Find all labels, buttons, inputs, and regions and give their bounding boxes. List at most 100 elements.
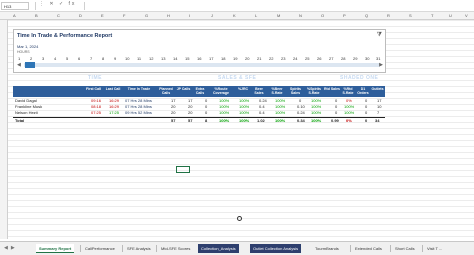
th-time-in-trade: Time In Trade	[127, 87, 151, 91]
tab-tourm-brands[interactable]: TourmBrands	[312, 244, 342, 253]
th-jp-calls: JP Calls	[176, 87, 191, 91]
total-jrc: 100%	[239, 118, 250, 123]
table-row[interactable]: Nelson Hezti 07:25 17:25 09 Hrs 52 Mins …	[13, 110, 385, 116]
scale-tick: 30	[365, 56, 370, 61]
tab-collection-analysis[interactable]: Collection_Analysis	[198, 244, 239, 253]
col-a[interactable]: A	[13, 13, 16, 18]
col-j[interactable]: J	[211, 13, 213, 18]
scale-tick: 31	[376, 56, 381, 61]
scale-tick: 19	[233, 56, 238, 61]
th-spirits-sales: Spirits Sales	[290, 87, 301, 95]
formula-input[interactable]	[84, 2, 473, 10]
scale-tick: 4	[54, 56, 57, 61]
col-b[interactable]: B	[35, 13, 38, 18]
col-r[interactable]: R	[387, 13, 390, 18]
col-c[interactable]: C	[57, 13, 60, 18]
rtd-rate: 100%	[344, 110, 355, 115]
col-e[interactable]: E	[101, 13, 104, 18]
tab-sfe-analysis[interactable]: SFE Analysis	[124, 244, 154, 253]
tab-separator	[80, 245, 81, 252]
tab-call-performance[interactable]: CallPerformance	[82, 244, 118, 253]
col-i[interactable]: I	[189, 13, 190, 18]
col-d[interactable]: D	[79, 13, 82, 18]
sheet-tab-bar: ◀▶ Summary Report CallPerformance SFE An…	[0, 241, 474, 255]
th-spirits-rate: %Spirits S.Rate	[306, 87, 321, 95]
th-beer-rate: %Beer S.Rate	[271, 87, 283, 95]
tab-mtd-sfe-scores[interactable]: Mtd-SFE Scores	[158, 244, 193, 253]
jrc: 100%	[239, 110, 250, 115]
col-u[interactable]: U	[449, 13, 452, 18]
col-p[interactable]: P	[343, 13, 346, 18]
timeline-left-arrow-icon[interactable]: ◀	[17, 62, 21, 68]
total-planned: 57	[171, 118, 176, 123]
outlets: 7	[377, 110, 380, 115]
table-header: First Call Last Call Time In Trade Plann…	[13, 86, 385, 97]
timeline-track[interactable]	[24, 63, 380, 67]
col-k[interactable]: K	[233, 13, 236, 18]
total-extra: 8	[205, 118, 208, 123]
col-t[interactable]: T	[431, 13, 433, 18]
scale-tick: 16	[197, 56, 202, 61]
tab-visit-more[interactable]: Visit T ...	[424, 244, 445, 253]
col-q[interactable]: Q	[365, 13, 368, 18]
row-headers[interactable]	[0, 20, 8, 239]
col-m[interactable]: M	[277, 13, 280, 18]
col-l[interactable]: L	[255, 13, 257, 18]
total-orders: 0	[365, 118, 368, 123]
scale-tick: 8	[102, 56, 105, 61]
scale-tick: 17	[209, 56, 214, 61]
tab-separator	[122, 245, 123, 252]
scale-tick: 18	[221, 56, 226, 61]
d1-orders: 0	[365, 110, 368, 115]
scale-tick: 27	[329, 56, 334, 61]
th-outlets: Outlets	[371, 87, 384, 91]
time-in-trade: 09 Hrs 52 Mins	[125, 110, 152, 115]
total-row[interactable]: Total 57 57 8 100% 100% 1.02 100% 0.34 1…	[13, 117, 385, 123]
scale-tick: 12	[149, 56, 154, 61]
formula-icons[interactable]: ⋮ ✕ ✓ fx	[39, 1, 76, 7]
selected-cell[interactable]	[176, 166, 190, 173]
mouse-cursor-icon	[237, 216, 242, 221]
name-box[interactable]: H13	[1, 2, 29, 10]
col-v[interactable]: V	[465, 13, 468, 18]
scale-tick: 9	[114, 56, 117, 61]
total-coverage: 100%	[219, 118, 230, 123]
section-time: TIME	[88, 75, 102, 81]
section-shaded: SHADED ONE	[340, 75, 379, 81]
timeline-handle[interactable]	[25, 62, 35, 68]
col-o[interactable]: O	[321, 13, 324, 18]
th-d1-orders: D1 Orders	[357, 87, 369, 95]
total-label: Total	[15, 118, 25, 123]
sheet-nav-arrows-icon[interactable]: ◀▶	[4, 245, 18, 251]
th-last-call: Last Call	[105, 87, 121, 91]
tab-short-calls[interactable]: Short Calls	[392, 244, 418, 253]
col-n[interactable]: N	[299, 13, 302, 18]
tab-extended-calls[interactable]: Extended Calls	[352, 244, 385, 253]
scale-tick: 20	[245, 56, 250, 61]
timeline-right-arrow-icon[interactable]: ▶	[379, 62, 383, 68]
col-g[interactable]: G	[145, 13, 148, 18]
scale-tick: 3	[42, 56, 45, 61]
tab-outlet-collection-analysis[interactable]: Outlet Collection Analysis	[250, 244, 302, 253]
scale-tick: 21	[257, 56, 262, 61]
tab-separator	[390, 245, 391, 252]
scale-tick: 13	[161, 56, 166, 61]
scale-tick: 28	[341, 56, 346, 61]
col-f[interactable]: F	[123, 13, 125, 18]
formula-bar: H13 ⋮ ✕ ✓ fx	[0, 0, 474, 12]
col-h[interactable]: H	[167, 13, 170, 18]
section-sales: SALES & SFE	[218, 75, 257, 81]
spirits-rate: 100%	[311, 110, 322, 115]
th-rtd-rate: %Rtd S.Rate	[342, 87, 354, 95]
extra-calls: 0	[205, 110, 208, 115]
last-call: 17:25	[109, 110, 120, 115]
filter-icon[interactable]: ⧩	[377, 32, 382, 39]
scale-tick: 24	[293, 56, 298, 61]
tab-separator	[156, 245, 157, 252]
tab-separator	[350, 245, 351, 252]
scale-tick: 7	[90, 56, 93, 61]
col-s[interactable]: S	[409, 13, 412, 18]
tab-summary-report[interactable]: Summary Report	[36, 244, 75, 253]
scale-tick: 10	[125, 56, 130, 61]
tab-separator	[422, 245, 423, 252]
